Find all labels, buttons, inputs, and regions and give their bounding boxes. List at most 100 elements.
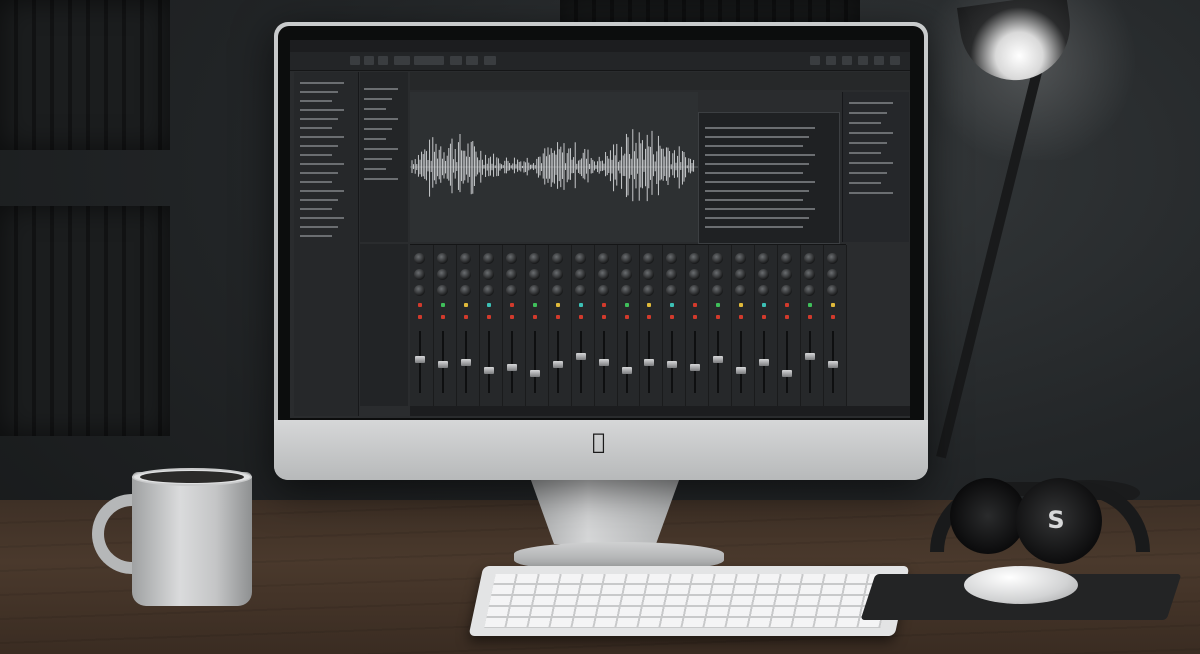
channel-knob[interactable]	[459, 253, 471, 264]
channel-knob[interactable]	[643, 285, 655, 296]
channel-fader[interactable]	[713, 355, 724, 363]
list-item[interactable]	[849, 152, 881, 154]
channel-fader[interactable]	[828, 361, 839, 369]
channel-knob[interactable]	[528, 285, 540, 296]
list-item[interactable]	[705, 208, 815, 210]
toolbar-button[interactable]	[350, 56, 360, 65]
list-item[interactable]	[300, 154, 332, 156]
channel-mute-led[interactable]	[716, 315, 721, 319]
channel-mute-led[interactable]	[831, 315, 836, 319]
channel-knob[interactable]	[758, 253, 770, 264]
list-item[interactable]	[849, 142, 887, 144]
channel-knob[interactable]	[597, 269, 609, 280]
list-item[interactable]	[849, 172, 887, 174]
channel-knob[interactable]	[712, 253, 724, 264]
list-item[interactable]	[300, 100, 332, 102]
channel-knob[interactable]	[827, 285, 839, 296]
channel-fader[interactable]	[782, 369, 793, 377]
channel-fader[interactable]	[415, 355, 425, 363]
channel-knob[interactable]	[528, 269, 540, 280]
list-item[interactable]	[364, 98, 392, 100]
list-item[interactable]	[364, 178, 398, 180]
list-item[interactable]	[849, 182, 881, 184]
channel-knob[interactable]	[482, 269, 494, 280]
mouse[interactable]	[964, 566, 1078, 604]
list-item[interactable]	[300, 109, 344, 111]
channel-knob[interactable]	[436, 285, 448, 296]
channel-knob[interactable]	[414, 285, 425, 296]
list-item[interactable]	[364, 118, 398, 120]
toolbar-button[interactable]	[826, 56, 836, 65]
channel-mute-led[interactable]	[486, 315, 491, 319]
channel-knob[interactable]	[689, 285, 701, 296]
list-item[interactable]	[849, 132, 893, 134]
channel-mute-led[interactable]	[739, 315, 744, 319]
channel-fader[interactable]	[667, 361, 678, 369]
channel-knob[interactable]	[459, 269, 471, 280]
channel-knob[interactable]	[804, 253, 816, 264]
toolbar-button[interactable]	[842, 56, 852, 65]
channel-fader[interactable]	[483, 366, 494, 374]
channel-knob[interactable]	[574, 253, 586, 264]
toolbar-button[interactable]	[890, 56, 900, 65]
list-item[interactable]	[300, 145, 338, 147]
list-item[interactable]	[705, 136, 809, 138]
channel-fader[interactable]	[644, 358, 655, 366]
channel-fader[interactable]	[805, 353, 816, 360]
channel-knob[interactable]	[436, 253, 448, 264]
channel-knob[interactable]	[827, 269, 839, 280]
channel-knob[interactable]	[482, 285, 494, 296]
list-item[interactable]	[849, 192, 893, 194]
list-item[interactable]	[300, 208, 332, 210]
channel-knob[interactable]	[505, 285, 517, 296]
toolbar-button[interactable]	[414, 56, 444, 65]
channel-fader[interactable]	[437, 361, 448, 369]
channel-knob[interactable]	[551, 253, 563, 264]
channel-fader[interactable]	[575, 353, 586, 360]
channel-mute-led[interactable]	[532, 315, 537, 319]
channel-knob[interactable]	[597, 253, 609, 264]
channel-mute-led[interactable]	[601, 315, 606, 319]
channel-mute-led[interactable]	[693, 315, 698, 319]
waveform-area[interactable]	[410, 92, 698, 242]
channel-knob[interactable]	[551, 269, 563, 280]
channel-knob[interactable]	[689, 253, 701, 264]
channel-knob[interactable]	[804, 285, 816, 296]
channel-knob[interactable]	[620, 269, 632, 280]
channel-fader[interactable]	[690, 364, 701, 371]
list-item[interactable]	[300, 163, 344, 165]
channel-mute-led[interactable]	[808, 315, 813, 319]
channel-knob[interactable]	[666, 253, 678, 264]
toolbar-button[interactable]	[484, 56, 496, 65]
list-item[interactable]	[300, 127, 332, 129]
channel-knob[interactable]	[574, 285, 586, 296]
toolbar-button[interactable]	[466, 56, 478, 65]
channel-knob[interactable]	[735, 253, 747, 264]
channel-knob[interactable]	[551, 285, 563, 296]
list-item[interactable]	[364, 148, 398, 150]
channel-knob[interactable]	[528, 253, 540, 264]
channel-mute-led[interactable]	[418, 315, 422, 319]
keyboard-keys[interactable]	[484, 574, 892, 628]
keyboard[interactable]	[468, 566, 910, 636]
list-item[interactable]	[705, 154, 815, 156]
list-item[interactable]	[364, 108, 386, 110]
channel-fader[interactable]	[506, 364, 517, 371]
list-item[interactable]	[705, 163, 809, 165]
channel-mute-led[interactable]	[624, 315, 629, 319]
channel-knob[interactable]	[781, 285, 793, 296]
channel-knob[interactable]	[712, 269, 724, 280]
list-item[interactable]	[705, 181, 815, 183]
list-item[interactable]	[705, 190, 809, 192]
channel-knob[interactable]	[827, 253, 839, 264]
channel-fader[interactable]	[736, 366, 747, 374]
list-item[interactable]	[364, 88, 398, 90]
list-item[interactable]	[300, 199, 338, 201]
channel-knob[interactable]	[505, 269, 517, 280]
list-item[interactable]	[364, 158, 392, 160]
channel-knob[interactable]	[712, 285, 724, 296]
channel-knob[interactable]	[689, 269, 701, 280]
toolbar-button[interactable]	[364, 56, 374, 65]
list-item[interactable]	[849, 102, 893, 104]
toolbar-button[interactable]	[810, 56, 820, 65]
